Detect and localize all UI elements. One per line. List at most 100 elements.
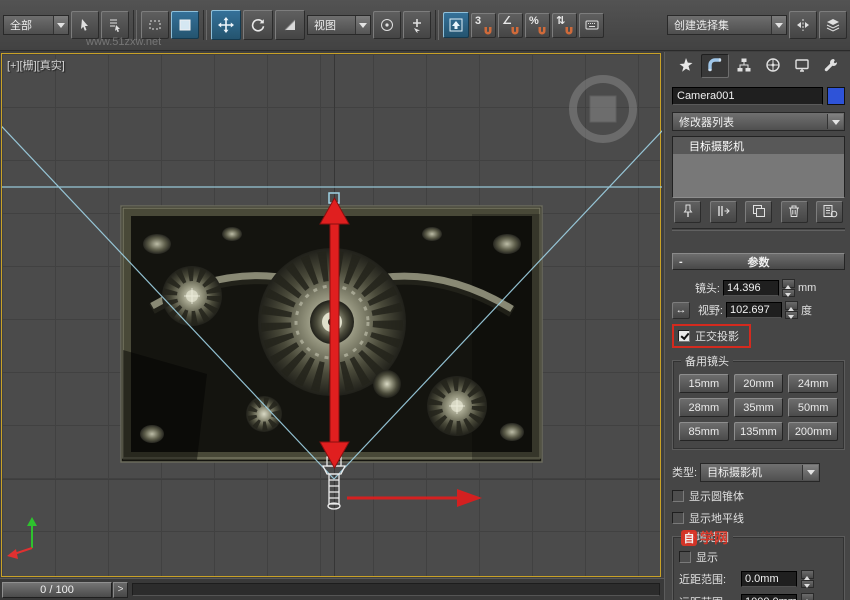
spinner-snap-button[interactable]: ⇅ (552, 13, 577, 38)
keyboard-icon (584, 17, 600, 33)
rectangular-selection-region-button[interactable] (141, 11, 169, 39)
scale-triangle-icon (282, 17, 298, 33)
near-range-spinner[interactable] (801, 570, 814, 588)
modifier-stack-item[interactable]: 目标摄影机 (673, 137, 844, 154)
go-up-toggle-button[interactable] (443, 12, 469, 38)
selection-filter-dropdown[interactable]: 全部 (3, 15, 69, 35)
fov-row: ↔ 视野: 102.697 度 (672, 301, 845, 319)
lens-50mm-button[interactable]: 50mm (788, 398, 838, 417)
tab-create[interactable] (672, 54, 700, 78)
pin-stack-button[interactable] (674, 201, 701, 223)
named-selection-set-dropdown[interactable]: 创建选择集 (667, 15, 787, 35)
tab-utilities[interactable] (817, 54, 845, 78)
lens-spinner[interactable] (782, 279, 795, 297)
select-by-name-button[interactable] (101, 11, 129, 39)
fov-spinner[interactable] (785, 301, 798, 319)
window-crossing-toggle-button[interactable] (171, 11, 199, 39)
select-and-rotate-button[interactable] (243, 10, 273, 40)
select-and-scale-button[interactable] (275, 10, 305, 40)
dropdown-arrow-icon (355, 16, 370, 34)
env-show-checkbox[interactable] (679, 551, 691, 563)
far-range-label: 远距范围: (679, 594, 737, 600)
time-slider-handle[interactable]: 0 / 100 (2, 582, 112, 598)
toolbar-separator (435, 10, 439, 40)
tab-hierarchy[interactable] (730, 54, 758, 78)
trash-icon (786, 203, 802, 222)
far-range-field[interactable]: 1000.0mm (741, 594, 797, 600)
modifier-stack-buttons (672, 200, 845, 224)
select-and-move-button[interactable] (211, 10, 241, 40)
motion-wheel-icon (765, 57, 781, 76)
watermark-badge: 自 (681, 530, 697, 546)
lens-200mm-button[interactable]: 200mm (788, 422, 838, 441)
fov-direction-icon: ↔ (676, 304, 687, 316)
viewport-scene (2, 54, 662, 578)
magnet-icon (510, 26, 520, 36)
hierarchy-icon (736, 57, 752, 76)
show-cone-row: 显示圆锥体 (672, 488, 845, 504)
layer-manager-button[interactable] (819, 11, 847, 39)
lens-15mm-button[interactable]: 15mm (679, 374, 729, 393)
angle-snap-button[interactable]: ∠ (498, 13, 523, 38)
mirror-button[interactable] (789, 11, 817, 39)
tab-motion[interactable] (759, 54, 787, 78)
lens-85mm-button[interactable]: 85mm (679, 422, 729, 441)
use-pivot-center-button[interactable] (373, 11, 401, 39)
type-label: 类型: (672, 464, 697, 480)
lens-135mm-button[interactable]: 135mm (734, 422, 784, 441)
show-cone-checkbox[interactable] (672, 490, 684, 502)
lens-28mm-button[interactable]: 28mm (679, 398, 729, 417)
remove-modifier-button[interactable] (781, 201, 808, 223)
parameters-title: 参数 (748, 254, 770, 270)
select-and-manipulate-button[interactable] (403, 11, 431, 39)
lens-unit-label: mm (798, 282, 816, 294)
next-frame-button[interactable]: > (113, 582, 128, 598)
object-name-row: Camera001 (672, 86, 845, 106)
far-range-spinner[interactable] (801, 593, 814, 600)
magnet-icon (564, 26, 574, 36)
annotation-highlight-box: 正交投影 (672, 324, 751, 348)
lens-24mm-button[interactable]: 24mm (788, 374, 838, 393)
make-unique-button[interactable] (745, 201, 772, 223)
object-color-swatch[interactable] (827, 87, 845, 105)
fov-value-field[interactable]: 102.697 (726, 302, 782, 318)
dashed-rect-icon (147, 17, 163, 33)
modifier-stack-list[interactable]: 目标摄影机 (672, 136, 845, 198)
fov-direction-button[interactable]: ↔ (672, 302, 690, 319)
boxed-up-arrow-icon (448, 17, 464, 33)
next-frame-icon: > (118, 584, 124, 595)
show-horizon-checkbox[interactable] (672, 512, 684, 524)
snap-3d-label: 3 (475, 15, 481, 27)
viewport-label[interactable]: [+][栅][真实] (7, 57, 65, 73)
3dsmax-window: 全部 视图 (0, 0, 850, 600)
lens-35mm-button[interactable]: 35mm (734, 398, 784, 417)
lens-20mm-button[interactable]: 20mm (734, 374, 784, 393)
keyboard-override-button[interactable] (579, 13, 604, 38)
camera-viewport[interactable]: [+][栅][真实] (1, 53, 661, 577)
object-name-field[interactable]: Camera001 (672, 87, 823, 105)
snap-toggle-3d-button[interactable]: 3 (471, 13, 496, 38)
stock-lenses-group: 备用镜头 15mm 20mm 24mm 28mm 35mm 50mm 85mm … (672, 360, 845, 450)
show-end-result-button[interactable] (710, 201, 737, 223)
panel-divider (672, 228, 845, 231)
lens-value-field[interactable]: 14.396 (723, 280, 779, 296)
parameters-rollout-header[interactable]: - 参数 (672, 253, 845, 270)
select-object-button[interactable] (71, 11, 99, 39)
tab-display[interactable] (788, 54, 816, 78)
time-slider-track[interactable] (132, 583, 660, 596)
percent-snap-button[interactable]: % (525, 13, 550, 38)
named-selection-value: 创建选择集 (674, 17, 729, 33)
orthographic-checkbox[interactable] (678, 330, 690, 342)
near-range-field[interactable]: 0.0mm (741, 571, 797, 587)
modifier-list-dropdown[interactable]: 修改器列表 (672, 112, 845, 131)
view-navigation-ring[interactable] (573, 79, 633, 139)
show-end-result-icon (715, 203, 731, 222)
filled-rect-icon (177, 17, 193, 33)
show-cone-label: 显示圆锥体 (689, 488, 744, 504)
reference-coordinate-dropdown[interactable]: 视图 (307, 15, 371, 35)
camera-type-dropdown[interactable]: 目标摄影机 (700, 463, 820, 482)
configure-modifier-sets-button[interactable] (816, 201, 843, 223)
tab-modify[interactable] (701, 54, 729, 78)
modify-pipe-icon (707, 57, 723, 76)
list-cursor-icon (107, 17, 123, 33)
